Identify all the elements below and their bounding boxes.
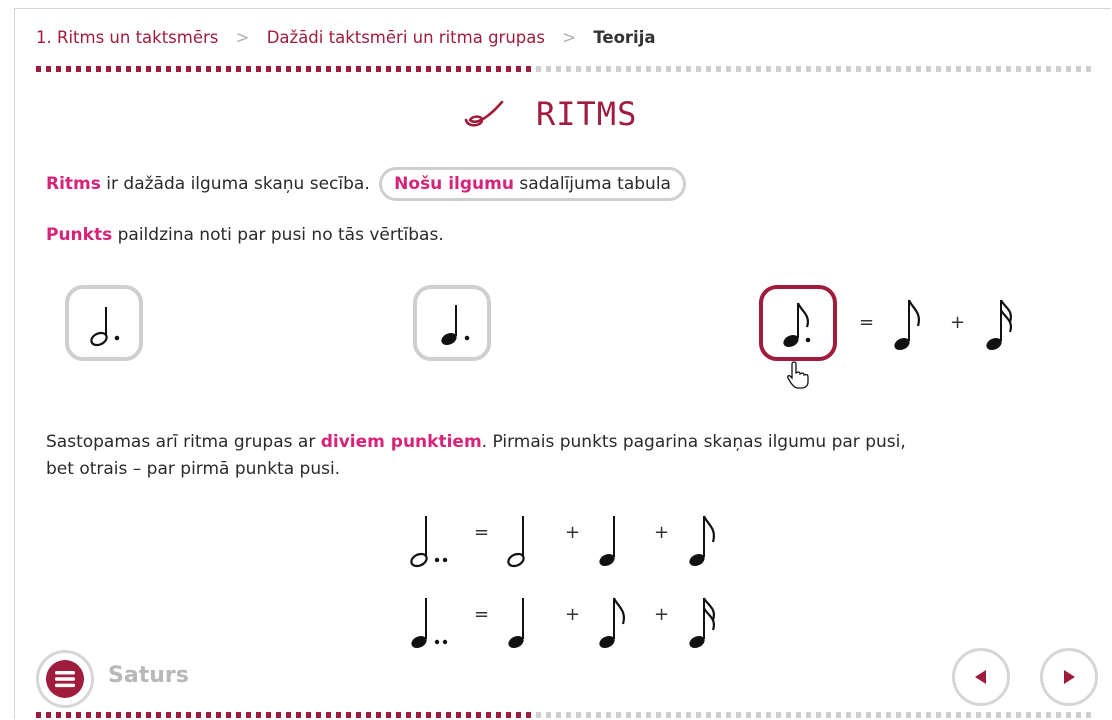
- double-dot-text-before: Sastopamas arī ritma grupas ar: [46, 432, 321, 452]
- sixteenth-note-icon: [689, 597, 715, 649]
- double-dotted-half-note-icon: [410, 516, 448, 568]
- half-note-icon: [507, 516, 525, 568]
- sixteenth-note-icon: [986, 299, 1012, 351]
- breadcrumb-chapter[interactable]: 1. Ritms un taktsmērs: [36, 28, 218, 47]
- dotted-quarter-note-button[interactable]: [413, 285, 491, 361]
- arrow-right-icon: [1064, 670, 1075, 684]
- dotted-eighth-note-icon: [783, 302, 811, 348]
- double-dot-paragraph: Sastopamas arī ritma grupas ar diviem pu…: [46, 429, 906, 456]
- note-table-button[interactable]: Nošu ilgumu sadalījuma tabula: [379, 167, 686, 201]
- next-page-button[interactable]: [1040, 648, 1098, 706]
- dotted-eighth-note-button[interactable]: [759, 285, 837, 361]
- page-title: RITMS: [460, 94, 637, 134]
- equals-sign: =: [474, 522, 490, 543]
- eighth-note-icon: [894, 299, 920, 351]
- term-diviem-punktiem: diviem punktiem: [320, 432, 482, 452]
- double-dot-line2: bet otrais – par pirmā punkta pusi.: [46, 459, 341, 479]
- menu-icon: [46, 660, 84, 698]
- ritms-check-icon: [464, 100, 504, 127]
- hand-cursor-icon: [787, 361, 809, 389]
- breadcrumb-current: Teorija: [593, 28, 656, 47]
- footer-dots-done: [36, 712, 536, 718]
- breadcrumb: 1. Ritms un taktsmērs > Dažādi taktsmēri…: [36, 28, 656, 47]
- plus-sign: +: [654, 522, 670, 543]
- quarter-note-icon: [508, 598, 524, 649]
- equals-sign: =: [474, 604, 490, 625]
- note-table-button-term: Nošu ilgumu: [394, 174, 514, 194]
- arrow-left-icon: [975, 670, 986, 684]
- saturs-menu-button[interactable]: [36, 650, 94, 708]
- footer-dots-remaining: [536, 712, 1096, 718]
- term-punkts: Punkts: [46, 225, 113, 245]
- note-table-button-label: sadalījuma tabula: [513, 174, 671, 194]
- progress-dots-remaining: [536, 66, 1096, 72]
- double-dotted-quarter-note-icon: [411, 598, 448, 649]
- previous-page-button[interactable]: [952, 648, 1010, 706]
- equals-sign: =: [859, 312, 875, 333]
- intro-paragraph: Ritms ir dažāda ilguma skaņu secība. Noš…: [46, 167, 686, 201]
- quarter-note-icon: [599, 516, 615, 567]
- plus-sign: +: [950, 312, 966, 333]
- breadcrumb-separator: >: [562, 28, 577, 47]
- plus-sign: +: [565, 604, 581, 625]
- saturs-label[interactable]: Saturs: [108, 663, 189, 688]
- double-dot-text-after: . Pirmais punkts pagarina skaņas ilgumu …: [481, 432, 906, 452]
- dot-rule-text: paildzina noti par pusi no tās vērtības.: [112, 225, 444, 245]
- eighth-note-icon: [689, 515, 715, 567]
- plus-sign: +: [654, 604, 670, 625]
- dotted-half-note-icon: [90, 307, 120, 347]
- eighth-note-icon: [599, 597, 625, 649]
- progress-dots-done: [36, 66, 536, 72]
- intro-text: ir dažāda ilguma skaņu secība.: [100, 174, 370, 194]
- term-ritms: Ritms: [46, 174, 101, 194]
- breadcrumb-section[interactable]: Dažādi taktsmēri un ritma grupas: [267, 28, 545, 47]
- dot-rule-paragraph: Punkts paildzina noti par pusi no tās vē…: [46, 222, 444, 249]
- dotted-half-note-button[interactable]: [65, 285, 143, 361]
- plus-sign: +: [565, 522, 581, 543]
- breadcrumb-separator: >: [235, 28, 250, 47]
- dotted-quarter-note-icon: [441, 305, 470, 346]
- double-dot-paragraph-line2: bet otrais – par pirmā punkta pusi.: [46, 456, 340, 483]
- title-text: RITMS: [536, 95, 638, 133]
